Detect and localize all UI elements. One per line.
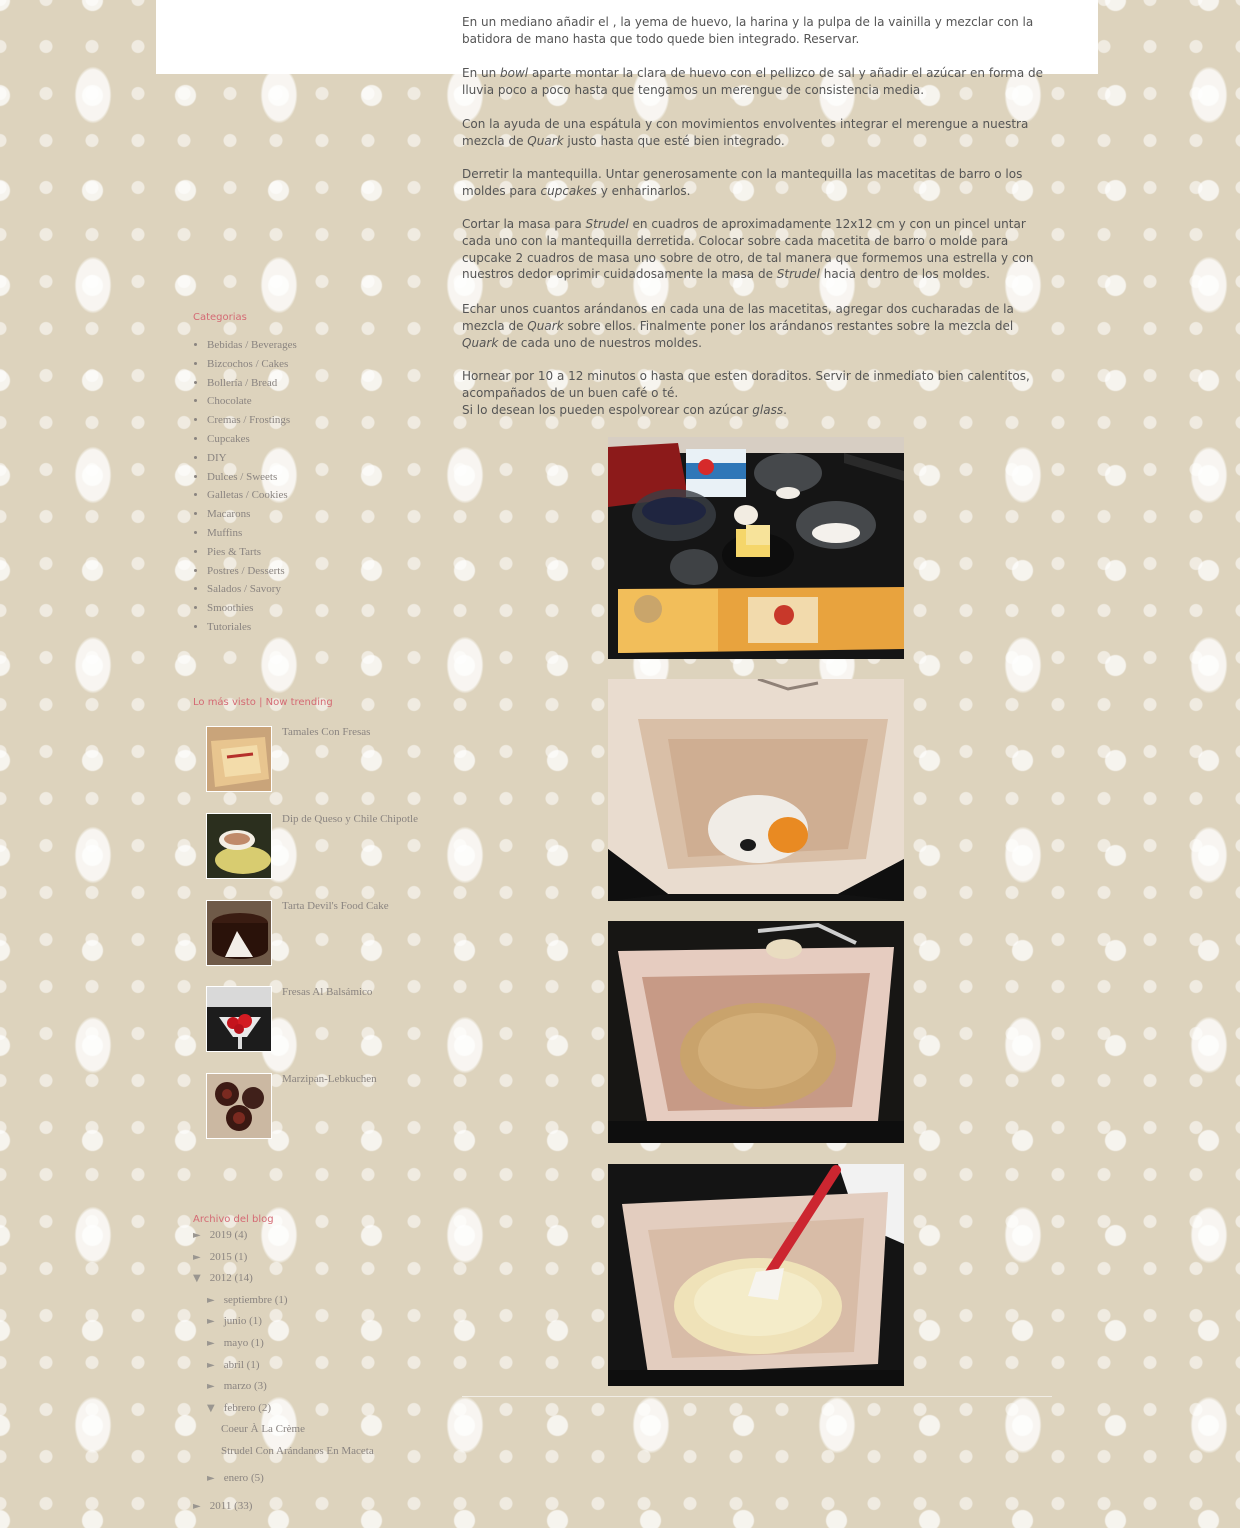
category-link[interactable]: Smoothies xyxy=(207,599,297,618)
step-paragraph: Hornear por 10 a 12 minutos o hasta que … xyxy=(462,369,1030,417)
archive-month-link[interactable]: enero xyxy=(224,1472,248,1484)
category-link[interactable]: Chocolate xyxy=(207,392,297,411)
archive-month-sep: ► septiembre (1) xyxy=(193,1292,443,1314)
archive-title: Archivo del blog xyxy=(193,1214,274,1225)
archive-count: (1) xyxy=(234,1250,248,1263)
archive-month-jan: ► enero (5) xyxy=(193,1470,443,1492)
step-paragraph: En un bowl aparte montar la clara de hue… xyxy=(462,66,1043,97)
bowl-ingredients-photo[interactable] xyxy=(608,679,904,901)
archive-year-2011: ► 2011 (33) xyxy=(193,1498,443,1520)
popular-posts: Tamales Con Fresas Dip de Queso y Chile … xyxy=(206,726,446,1160)
archive-month-link[interactable]: septiembre xyxy=(224,1294,272,1306)
archive-count: (5) xyxy=(250,1471,264,1484)
archive-count: (2) xyxy=(258,1401,272,1414)
archive-post: Strudel Con Arándanos En Maceta xyxy=(193,1443,443,1470)
archive-month-mar: ► marzo (3) xyxy=(193,1378,443,1400)
post-body: En un mediano añadir el , la yema de hue… xyxy=(462,0,1052,1528)
archive-year-2012: ▼ 2012 (14) xyxy=(193,1270,443,1292)
dip-thumbnail[interactable] xyxy=(206,812,272,879)
archive-month-apr: ► abril (1) xyxy=(193,1357,443,1379)
step-paragraph: Cortar la masa para Strudel en cuadros d… xyxy=(462,217,1034,282)
category-link[interactable]: Cremas / Frostings xyxy=(207,411,297,430)
archive-month-link[interactable]: abril xyxy=(224,1359,244,1371)
archive-month-feb: ▼ febrero (2) xyxy=(193,1400,443,1422)
categories-list: Bebidas / Beverages Bizcochos / Cakes Bo… xyxy=(193,336,297,637)
archive-post-link[interactable]: Coeur À La Crème xyxy=(221,1423,305,1435)
triangle-right-icon[interactable]: ► xyxy=(207,1314,221,1330)
popular-post-link[interactable]: Tamales Con Fresas xyxy=(282,726,370,738)
archive-year-link[interactable]: 2012 xyxy=(210,1272,232,1284)
step-paragraph: Derretir la mantequilla. Untar generosam… xyxy=(462,167,1023,198)
category-link[interactable]: Muffins xyxy=(207,524,297,543)
archive-year-link[interactable]: 2015 xyxy=(210,1251,232,1263)
devils-cake-thumbnail[interactable] xyxy=(206,899,272,966)
triangle-right-icon[interactable]: ► xyxy=(193,1250,207,1266)
triangle-down-icon[interactable]: ▼ xyxy=(193,1271,207,1287)
category-link[interactable]: DIY xyxy=(207,449,297,468)
archive-year-2015: ► 2015 (1) xyxy=(193,1249,443,1271)
archive-post: Coeur À La Crème xyxy=(193,1421,443,1443)
archive-count: (1) xyxy=(249,1315,262,1328)
triangle-right-icon[interactable]: ► xyxy=(207,1471,221,1487)
popular-post-link[interactable]: Fresas Al Balsámico xyxy=(282,986,372,998)
archive-count: (33) xyxy=(234,1499,253,1512)
category-link[interactable]: Salados / Savory xyxy=(207,580,297,599)
popular-posts-title: Lo más visto | Now trending xyxy=(193,697,333,708)
post-divider xyxy=(462,1396,1052,1397)
category-link[interactable]: Bollería / Bread xyxy=(207,374,297,393)
popular-post: Tarta Devil's Food Cake xyxy=(206,899,446,987)
archive-post-link[interactable]: Strudel Con Arándanos En Maceta xyxy=(221,1445,374,1457)
archive-month-link[interactable]: junio xyxy=(224,1315,247,1327)
archive-count: (1) xyxy=(274,1293,288,1306)
step-paragraph: En un mediano añadir el , la yema de hue… xyxy=(462,15,1034,46)
popular-post: Tamales Con Fresas xyxy=(206,726,446,813)
archive-count: (14) xyxy=(234,1272,253,1285)
triangle-right-icon[interactable]: ► xyxy=(193,1228,207,1244)
category-link[interactable]: Postres / Desserts xyxy=(207,562,297,581)
step-paragraph: Echar unos cuantos arándanos en cada una… xyxy=(462,302,1014,350)
category-link[interactable]: Pies & Tarts xyxy=(207,543,297,562)
strawberries-thumbnail[interactable] xyxy=(206,986,272,1053)
lebkuchen-thumbnail[interactable] xyxy=(206,1073,272,1140)
folding-meringue-photo[interactable] xyxy=(608,1164,904,1386)
category-link[interactable]: Dulces / Sweets xyxy=(207,468,297,487)
popular-post: Fresas Al Balsámico xyxy=(206,986,446,1073)
popular-post-link[interactable]: Dip de Queso y Chile Chipotle xyxy=(282,813,418,825)
archive-year-2019: ► 2019 (4) xyxy=(193,1227,443,1249)
archive-month-jun: ► junio (1) xyxy=(193,1313,443,1335)
category-link[interactable]: Tutoriales xyxy=(207,618,297,637)
ingredients-photo[interactable] xyxy=(608,437,904,659)
archive-month-link[interactable]: febrero xyxy=(224,1402,256,1414)
category-link[interactable]: Cupcakes xyxy=(207,430,297,449)
categories-title: Categorias xyxy=(193,312,247,323)
category-link[interactable]: Bebidas / Beverages xyxy=(207,336,297,355)
blog-archive: ► 2019 (4) ► 2015 (1) ▼ 2012 (14) ► sept… xyxy=(193,1227,443,1519)
triangle-right-icon[interactable]: ► xyxy=(207,1358,221,1374)
archive-count: (1) xyxy=(246,1358,260,1371)
tamales-thumbnail[interactable] xyxy=(206,726,272,792)
category-link[interactable]: Galletas / Cookies xyxy=(207,486,297,505)
archive-year-link[interactable]: 2011 xyxy=(210,1500,232,1512)
triangle-down-icon[interactable]: ▼ xyxy=(207,1401,221,1417)
triangle-right-icon[interactable]: ► xyxy=(207,1379,221,1395)
archive-year-link[interactable]: 2019 xyxy=(210,1229,232,1241)
category-link[interactable]: Macarons xyxy=(207,505,297,524)
category-link[interactable]: Bizcochos / Cakes xyxy=(207,355,297,374)
popular-post: Marzipan-Lebkuchen xyxy=(206,1073,446,1160)
triangle-right-icon[interactable]: ► xyxy=(207,1336,221,1352)
popular-post-link[interactable]: Tarta Devil's Food Cake xyxy=(282,900,389,912)
popular-post: Dip de Queso y Chile Chipotle xyxy=(206,812,446,900)
step-paragraph: Con la ayuda de una espátula y con movim… xyxy=(462,117,1029,148)
mixed-batter-photo[interactable] xyxy=(608,921,904,1143)
popular-post-link[interactable]: Marzipan-Lebkuchen xyxy=(282,1073,377,1085)
archive-month-may: ► mayo (1) xyxy=(193,1335,443,1357)
archive-month-link[interactable]: mayo xyxy=(224,1337,248,1349)
triangle-right-icon[interactable]: ► xyxy=(193,1499,207,1515)
archive-count: (3) xyxy=(253,1380,267,1393)
triangle-right-icon[interactable]: ► xyxy=(207,1293,221,1309)
sidebar: Categorias Bebidas / Beverages Bizcochos… xyxy=(186,0,446,1528)
archive-count: (1) xyxy=(250,1336,264,1349)
archive-month-link[interactable]: marzo xyxy=(224,1380,251,1392)
archive-count: (4) xyxy=(234,1229,248,1241)
